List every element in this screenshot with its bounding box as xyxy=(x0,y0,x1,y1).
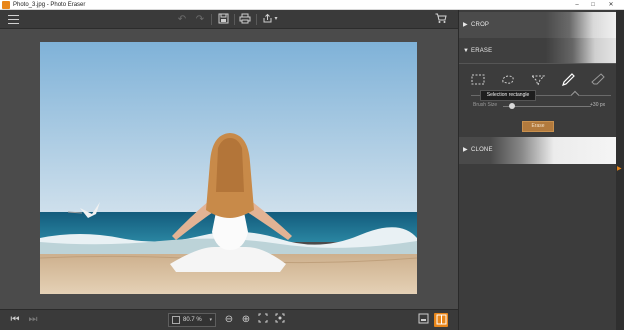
tools-panel: ▶ CROP ▼ ERASE Brush Size +30 px Erase ▶… xyxy=(458,10,617,330)
expand-arrow-icon: ▶ xyxy=(463,22,468,28)
zoom-select[interactable]: 80.7 % ▾ xyxy=(168,313,216,327)
lasso-icon[interactable] xyxy=(499,72,517,88)
selection-rectangle-icon[interactable] xyxy=(469,72,487,88)
main-toolbar: ↶ ↷ ▾ xyxy=(0,10,458,29)
expand-arrow-icon: ▶ xyxy=(463,147,468,153)
compare-icon[interactable] xyxy=(416,313,430,327)
brush-size-slider[interactable] xyxy=(503,106,591,107)
brush-icon[interactable] xyxy=(559,72,577,88)
erase-button[interactable]: Erase xyxy=(522,121,554,132)
clone-label: CLONE xyxy=(471,147,493,153)
fit-to-window-icon[interactable] xyxy=(256,313,270,327)
erase-label: ERASE xyxy=(471,48,493,54)
polygon-lasso-icon[interactable] xyxy=(529,72,547,88)
panel-scrollbar[interactable]: ▶ xyxy=(616,10,624,330)
eraser-icon[interactable] xyxy=(589,72,607,88)
save-icon[interactable] xyxy=(216,13,230,26)
previous-image-icon[interactable]: ⏮ xyxy=(8,313,22,327)
share-icon[interactable] xyxy=(261,13,273,26)
close-button[interactable]: ✕ xyxy=(604,0,618,10)
title-bar: Photo_3.jpg - Photo Eraser – □ ✕ xyxy=(0,0,624,10)
fit-preview-icon xyxy=(172,316,180,324)
selection-rectangle-tooltip: Selection rectangle xyxy=(480,90,536,101)
share-dropdown-icon[interactable]: ▾ xyxy=(273,13,279,26)
redo-icon[interactable]: ↷ xyxy=(193,13,207,26)
print-icon[interactable] xyxy=(238,13,252,26)
status-bar: ⏮ ⏭ 80.7 % ▾ ⊖ ⊕ xyxy=(0,309,458,330)
window-title: Photo_3.jpg - Photo Eraser xyxy=(13,2,86,8)
split-view-icon[interactable] xyxy=(434,313,448,327)
brush-size-label: Brush Size xyxy=(473,102,498,108)
crop-section-header[interactable]: ▶ CROP xyxy=(459,12,617,38)
photo-image[interactable] xyxy=(40,42,417,294)
zoom-value: 80.7 % xyxy=(183,317,202,323)
erase-section-header[interactable]: ▼ ERASE xyxy=(459,38,617,64)
collapse-arrow-icon: ▼ xyxy=(463,48,469,54)
canvas-area[interactable] xyxy=(0,29,458,309)
maximize-button[interactable]: □ xyxy=(586,0,600,10)
scroll-arrow-icon[interactable]: ▶ xyxy=(617,165,622,172)
zoom-out-icon[interactable]: ⊖ xyxy=(222,313,236,327)
menu-icon[interactable] xyxy=(8,15,19,24)
actual-size-icon[interactable] xyxy=(273,313,287,327)
chevron-down-icon: ▾ xyxy=(209,317,212,323)
clone-section-header[interactable]: ▶ CLONE xyxy=(459,137,617,164)
zoom-in-icon[interactable]: ⊕ xyxy=(239,313,253,327)
crop-label: CROP xyxy=(471,22,490,28)
undo-icon[interactable]: ↶ xyxy=(175,13,189,26)
minimize-button[interactable]: – xyxy=(570,0,584,10)
next-image-icon[interactable]: ⏭ xyxy=(26,313,40,327)
cart-icon[interactable] xyxy=(434,13,448,26)
brush-size-handle[interactable] xyxy=(509,103,515,109)
app-icon xyxy=(2,1,10,9)
brush-size-value: +30 px xyxy=(590,102,606,108)
